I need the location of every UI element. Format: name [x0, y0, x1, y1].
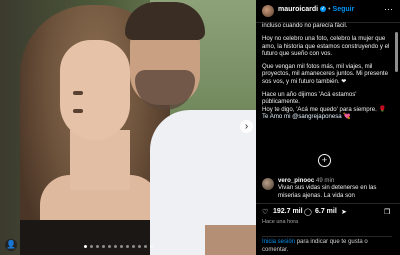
- caption-line: Que vengan mil fotos más, mil viajes, mi…: [262, 63, 388, 85]
- comment-text: vero_pinooc 49 min Vivan sus vidas sin d…: [278, 177, 388, 199]
- comments-scrollbar[interactable]: [395, 32, 398, 72]
- post-date: Hace una hora: [262, 219, 299, 225]
- more-options-icon[interactable]: ···: [384, 4, 393, 14]
- photo-woman-eyes: [73, 82, 118, 113]
- post-details-panel: mauroicardi ✓ • Seguir ··· incluso cuando n…: [256, 0, 400, 255]
- carousel-dot[interactable]: [138, 245, 141, 248]
- caption-line: incluso cuando no parecía fácil.: [262, 22, 348, 29]
- comment-icon[interactable]: ◯: [304, 208, 312, 216]
- caption-line: Hoy te digo, 'Acá me quedo' para siempre…: [262, 105, 387, 113]
- follow-button[interactable]: Seguir: [333, 6, 355, 13]
- caption-line: Hace un año dijimos 'Acá estamos' públic…: [262, 91, 357, 106]
- commenter-avatar[interactable]: [262, 178, 274, 190]
- login-prompt: Inicia sesión para indicar que te gusta …: [262, 236, 392, 254]
- tagged-users-icon[interactable]: 👤: [5, 239, 17, 251]
- photo-man-arm: [205, 225, 256, 255]
- photo-woman-top: [20, 220, 160, 255]
- carousel-dot[interactable]: [150, 245, 153, 248]
- carousel-dot[interactable]: [144, 245, 147, 248]
- carousel-dots: [84, 245, 153, 248]
- photo-woman-face: [60, 40, 130, 140]
- like-heart-icon[interactable]: ♡: [262, 208, 268, 216]
- caption-line-mention[interactable]: Te Amo mi @sangrejaponesa 💘: [262, 113, 390, 120]
- separator: •: [328, 6, 331, 13]
- comment-body: Vivan sus vidas sin detenerse en las mis…: [278, 184, 377, 199]
- carousel-dot[interactable]: [84, 245, 87, 248]
- carousel-dot[interactable]: [96, 245, 99, 248]
- save-bookmark-icon[interactable]: ❒: [384, 208, 390, 216]
- commenter-handle[interactable]: vero_pinooc: [278, 177, 314, 184]
- carousel-dot[interactable]: [108, 245, 111, 248]
- carousel-dot[interactable]: [126, 245, 129, 248]
- author-line: mauroicardi ✓ • Seguir: [278, 6, 354, 13]
- carousel-dot[interactable]: [132, 245, 135, 248]
- author-handle[interactable]: mauroicardi: [278, 6, 318, 13]
- post-photo[interactable]: › 👤: [0, 0, 256, 255]
- post-header: mauroicardi ✓ • Seguir ···: [256, 0, 400, 23]
- like-count[interactable]: 192.7 mil: [273, 208, 303, 215]
- login-link[interactable]: Inicia sesión: [262, 239, 295, 245]
- load-more-comments-button[interactable]: +: [318, 154, 331, 167]
- comment-item: vero_pinooc 49 min Vivan sus vidas sin d…: [262, 176, 392, 200]
- carousel-dot[interactable]: [102, 245, 105, 248]
- photo-man-hair: [125, 2, 205, 40]
- post-caption: incluso cuando no parecía fácil. Hoy no …: [262, 22, 390, 172]
- author-avatar[interactable]: [262, 5, 274, 17]
- share-icon[interactable]: ➤: [341, 208, 347, 216]
- comment-time: 49 min: [315, 177, 335, 184]
- carousel-dot[interactable]: [90, 245, 93, 248]
- caption-line: Hoy no celebro una foto, celebro la muje…: [262, 35, 390, 57]
- carousel-next-button[interactable]: ›: [240, 120, 253, 133]
- verified-icon: ✓: [320, 6, 327, 12]
- carousel-dot[interactable]: [120, 245, 123, 248]
- instagram-post-modal: › 👤 mauroicardi ✓ • Seguir ··· incluso cuan…: [0, 0, 400, 255]
- post-actions: ♡ 192.7 mil ◯ 6.7 mil ➤ ❒: [256, 203, 400, 220]
- carousel-dot[interactable]: [114, 245, 117, 248]
- comment-count[interactable]: 6.7 mil: [315, 208, 337, 215]
